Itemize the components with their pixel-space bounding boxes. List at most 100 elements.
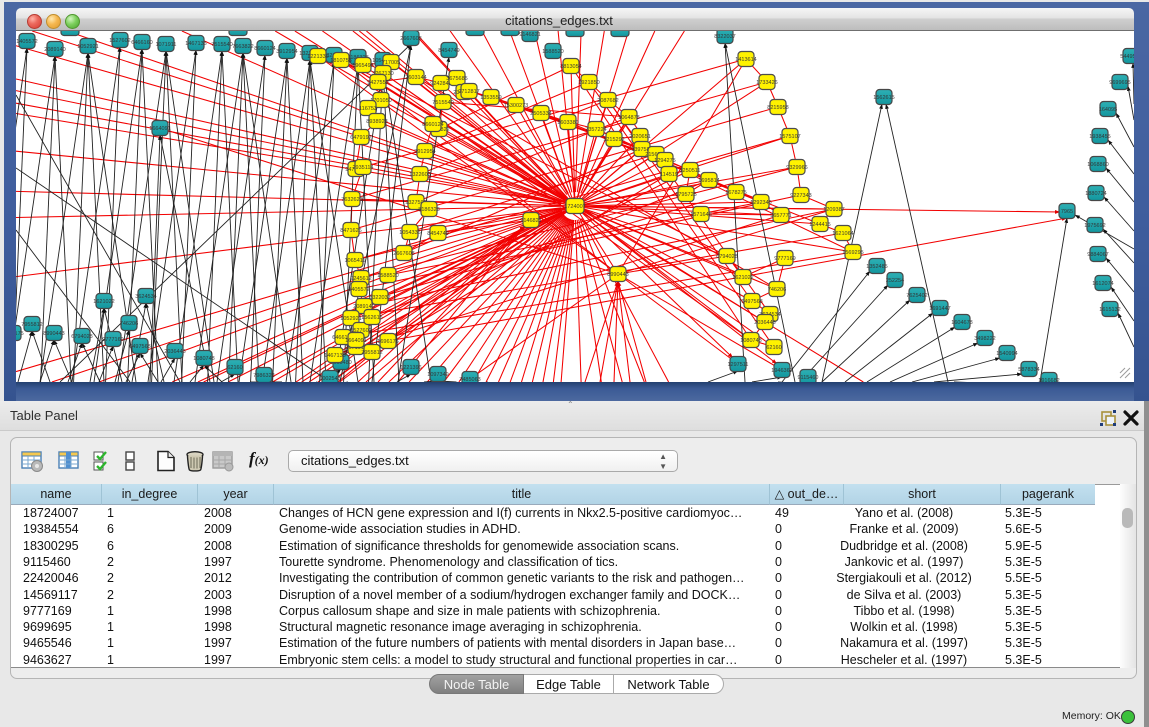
svg-text:8813054: 8813054 (560, 64, 581, 70)
svg-text:1588520: 1588520 (542, 49, 563, 55)
svg-text:6497568: 6497568 (741, 299, 762, 305)
svg-text:1562615: 1562615 (873, 95, 894, 101)
svg-text:1571648: 1571648 (690, 212, 711, 218)
svg-text:1097349: 1097349 (427, 372, 448, 378)
svg-text:7965: 7965 (1061, 209, 1073, 215)
svg-text:1696175: 1696175 (377, 339, 398, 345)
svg-text:1921850: 1921850 (578, 80, 599, 86)
svg-text:8454749: 8454749 (438, 48, 459, 54)
svg-text:8938923: 8938923 (366, 119, 387, 125)
svg-text:7632621: 7632621 (341, 197, 362, 203)
svg-text:9777169: 9777169 (102, 337, 123, 343)
svg-text:1054336: 1054336 (399, 230, 420, 236)
svg-text:9427552: 9427552 (367, 80, 388, 86)
svg-text:9146821: 9146821 (519, 32, 540, 38)
svg-text:1467135: 1467135 (324, 353, 345, 359)
svg-text:1810755: 1810755 (330, 58, 351, 64)
svg-text:1733426: 1733426 (756, 80, 777, 86)
svg-text:8322037: 8322037 (714, 34, 735, 40)
svg-text:1215292: 1215292 (603, 137, 624, 143)
svg-text:1322605: 1322605 (409, 172, 430, 178)
svg-text:2935114: 2935114 (352, 165, 373, 171)
svg-text:62160: 62160 (766, 345, 781, 351)
svg-text:1080748: 1080748 (193, 356, 214, 362)
svg-text:1527602: 1527602 (109, 38, 130, 44)
svg-text:1068860: 1068860 (1087, 162, 1108, 168)
svg-text:8660124: 8660124 (254, 46, 275, 52)
svg-text:1250511: 1250511 (679, 168, 700, 174)
svg-text:2087682: 2087682 (597, 98, 618, 104)
svg-text:7986322: 7986322 (253, 373, 274, 379)
svg-text:8215958: 8215958 (767, 105, 788, 111)
svg-text:1353559: 1353559 (480, 95, 501, 101)
svg-text:1691447: 1691447 (929, 306, 950, 312)
svg-text:1292346: 1292346 (750, 200, 771, 206)
svg-text:1795725: 1795725 (675, 192, 696, 198)
svg-text:746206: 746206 (768, 287, 786, 293)
svg-text:3498222: 3498222 (974, 336, 995, 342)
svg-text:7955812: 7955812 (361, 350, 382, 356)
svg-text:1880724: 1880724 (1085, 191, 1106, 197)
svg-text:1352485: 1352485 (866, 264, 887, 270)
svg-text:1604678: 1604678 (951, 320, 972, 326)
svg-text:9777169: 9777169 (774, 256, 795, 262)
svg-text:9329966: 9329966 (786, 165, 807, 171)
svg-text:8186328: 8186328 (418, 207, 439, 213)
svg-text:9699695: 9699695 (1109, 80, 1130, 86)
svg-text:5449576: 5449576 (1120, 54, 1134, 60)
svg-text:8660124: 8660124 (422, 122, 443, 128)
svg-text:2667608: 2667608 (400, 36, 421, 42)
svg-text:1080748: 1080748 (740, 338, 761, 344)
svg-text:1405572: 1405572 (348, 287, 369, 293)
svg-text:1696175: 1696175 (16, 331, 24, 337)
svg-text:1562615: 1562615 (361, 315, 382, 321)
svg-text:9227343: 9227343 (790, 193, 811, 199)
svg-text:1065411: 1065411 (344, 258, 365, 264)
svg-text:1965498: 1965498 (352, 63, 373, 69)
svg-text:2089140: 2089140 (44, 47, 65, 53)
svg-text:7955812: 7955812 (21, 322, 42, 328)
svg-text:7515540: 7515540 (432, 100, 453, 106)
svg-text:62160: 62160 (227, 365, 242, 371)
svg-text:8471626: 8471626 (340, 228, 361, 234)
svg-text:1221336: 1221336 (307, 54, 328, 60)
svg-text:252254: 252254 (886, 278, 904, 284)
svg-text:1588520: 1588520 (377, 273, 398, 279)
svg-text:1569295: 1569295 (842, 250, 863, 256)
svg-text:1975692: 1975692 (1084, 223, 1105, 229)
svg-text:1621022: 1621022 (93, 299, 114, 305)
svg-text:1071911: 1071911 (155, 42, 176, 48)
svg-text:1946362: 1946362 (771, 368, 792, 374)
svg-text:1244415: 1244415 (809, 222, 830, 228)
svg-text:1612074: 1612074 (1092, 281, 1113, 287)
svg-text:6794028: 6794028 (71, 334, 92, 340)
svg-text:1294275: 1294275 (654, 158, 675, 164)
svg-text:1209387: 1209387 (823, 207, 844, 213)
svg-text:3624534: 3624534 (135, 294, 156, 300)
svg-text:1540994: 1540994 (996, 351, 1017, 357)
svg-text:2603144: 2603144 (405, 75, 426, 81)
svg-text:3675685: 3675685 (446, 76, 467, 82)
svg-text:1621064: 1621064 (832, 231, 853, 237)
svg-text:164095: 164095 (1099, 107, 1117, 113)
svg-text:3912954: 3912954 (276, 49, 297, 55)
svg-text:7625402: 7625402 (906, 293, 927, 299)
svg-text:1621022: 1621022 (732, 275, 753, 281)
svg-text:116753: 116753 (359, 106, 377, 112)
svg-text:1052921: 1052921 (340, 316, 361, 322)
svg-text:9115460: 9115460 (797, 375, 818, 381)
svg-text:1052921: 1052921 (77, 44, 98, 50)
svg-text:1615132: 1615132 (1099, 307, 1120, 313)
svg-text:5878334: 5878334 (1018, 367, 1039, 373)
svg-text:6479197: 6479197 (350, 135, 371, 141)
svg-text:1938455: 1938455 (1089, 134, 1110, 140)
svg-text:2020651: 2020651 (629, 134, 650, 140)
svg-text:1405572: 1405572 (16, 39, 37, 45)
svg-text:15300273: 15300273 (504, 103, 528, 109)
svg-text:3912954: 3912954 (414, 149, 435, 155)
svg-text:1467135: 1467135 (185, 41, 206, 47)
svg-text:1678275: 1678275 (725, 190, 746, 196)
svg-text:1603380: 1603380 (557, 120, 578, 126)
svg-text:1695814: 1695814 (698, 178, 719, 184)
svg-text:6466160: 6466160 (131, 40, 152, 46)
